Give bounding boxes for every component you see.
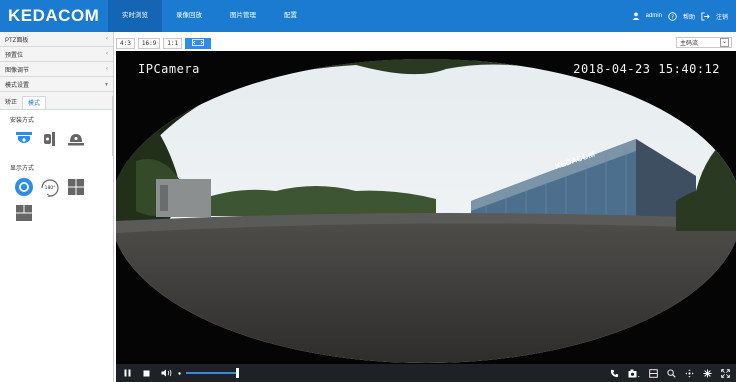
nav-picture-management[interactable]: 图片管理 [216, 0, 270, 32]
osd-timestamp: 2018-04-23 15:40:12 [573, 62, 720, 76]
chevron-down-icon: ▾ [104, 81, 108, 88]
panel-divider [112, 96, 114, 156]
chevron-left-icon: ‹ [106, 51, 108, 57]
fullscreen-icon[interactable] [721, 364, 730, 382]
logout-link[interactable]: 注销 [716, 12, 728, 21]
snapshot-icon[interactable] [628, 364, 640, 382]
user-icon [632, 12, 640, 20]
quad-split-button[interactable] [66, 177, 86, 197]
quad-split-icon [68, 179, 84, 195]
phone-intercom-icon[interactable] [610, 364, 619, 382]
ratio-1-1-button[interactable]: 1:1 [163, 37, 183, 49]
nav-live-view[interactable]: 实时浏览 [108, 0, 162, 32]
volume-min-dot [178, 364, 181, 382]
desktop-mount-icon [68, 134, 84, 146]
panorama-180-icon: 180° [41, 179, 59, 197]
help-icon[interactable]: ? [668, 11, 677, 21]
user-area: admin ? 帮助 注销 [632, 0, 728, 32]
mode-settings-panel: 矫正 模式 安装方式 显示方式 180° [0, 96, 114, 382]
osd-camera-name: IPCamera [138, 62, 200, 76]
main-nav: 实时浏览 录像回放 图片管理 配置 [108, 0, 311, 32]
sidebar-item-label: 模式设置 [5, 82, 30, 89]
desktop-mount-button[interactable] [66, 129, 86, 149]
sidebar-item-mode-settings[interactable]: 模式设置 ▾ [0, 77, 113, 92]
ceiling-mount-button[interactable] [14, 129, 34, 149]
panorama-180-label: 180° [45, 185, 56, 191]
volume-slider-track[interactable] [186, 372, 236, 374]
mode-tabs: 矫正 模式 [0, 96, 113, 110]
mixed-split-button[interactable] [14, 203, 34, 223]
fisheye-video-frame: KEDACOM [116, 59, 736, 363]
tab-correction[interactable]: 矫正 [0, 96, 22, 109]
sidebar-item-label: PTZ面板 [5, 37, 29, 44]
panorama-180-button[interactable]: 180° [40, 177, 60, 197]
fisheye-icon [15, 178, 33, 196]
video-view[interactable]: KEDACOM IPCamera 2018-04-23 15:40:12 [116, 51, 736, 364]
username[interactable]: admin [646, 13, 662, 19]
mount-method-label: 安装方式 [10, 118, 35, 124]
sidebar-item-image-adjust[interactable]: 图像调节 ‹ [0, 62, 113, 77]
top-bar: KEDACOM 实时浏览 录像回放 图片管理 配置 admin ? 帮助 注销 [0, 0, 736, 32]
wall-mount-button[interactable] [40, 129, 60, 149]
sidebar-item-label: 图像调节 [5, 67, 30, 74]
svg-text:?: ? [671, 14, 674, 20]
mixed-split-icon [16, 205, 32, 221]
record-icon[interactable] [649, 364, 658, 382]
ratio-4-3-button[interactable]: 4:3 [116, 37, 135, 49]
volume-icon[interactable] [161, 364, 173, 382]
stream-select[interactable]: 主码流 ⌄ [676, 37, 732, 48]
display-options: 180° [14, 177, 110, 223]
video-tools [610, 364, 730, 382]
volume-slider-handle[interactable] [236, 368, 239, 378]
nav-playback[interactable]: 录像回放 [162, 0, 216, 32]
tab-mode[interactable]: 模式 [22, 96, 47, 109]
logout-icon[interactable] [701, 11, 710, 21]
3d-position-icon[interactable] [703, 364, 712, 382]
video-toolbar: 4:3 16:9 1:1 主码流 ⌄ [116, 36, 736, 50]
zoom-icon[interactable] [667, 364, 676, 382]
chevron-down-icon: ⌄ [720, 38, 729, 47]
display-method-label: 显示方式 [10, 166, 35, 172]
original-ratio-icon [192, 38, 205, 46]
mount-options [14, 129, 110, 149]
kedacom-logo: KEDACOM [8, 6, 100, 25]
ceiling-mount-icon [16, 132, 32, 143]
nav-configuration[interactable]: 配置 [270, 0, 311, 32]
sidebar-item-label: 预置位 [5, 52, 24, 59]
wall-mount-icon [44, 132, 55, 146]
original-ratio-button[interactable] [185, 37, 212, 49]
ptz-move-icon[interactable] [685, 364, 694, 382]
fisheye-view-button[interactable] [14, 177, 34, 197]
sidebar-item-presets[interactable]: 预置位 ‹ [0, 47, 113, 62]
chevron-left-icon: ‹ [106, 36, 108, 42]
playback-control-bar [116, 364, 736, 382]
sidebar: PTZ面板 ‹ 预置位 ‹ 图像调节 ‹ 模式设置 ▾ 矫正 模式 安装方式 显… [0, 32, 114, 382]
ratio-16-9-button[interactable]: 16:9 [137, 37, 161, 49]
help-link[interactable]: 帮助 [683, 12, 695, 21]
chevron-left-icon: ‹ [106, 66, 108, 72]
pause-icon[interactable] [124, 364, 131, 382]
sidebar-item-ptz-panel[interactable]: PTZ面板 ‹ [0, 32, 113, 47]
stop-icon[interactable] [143, 364, 150, 382]
stream-select-value: 主码流 [680, 41, 699, 47]
